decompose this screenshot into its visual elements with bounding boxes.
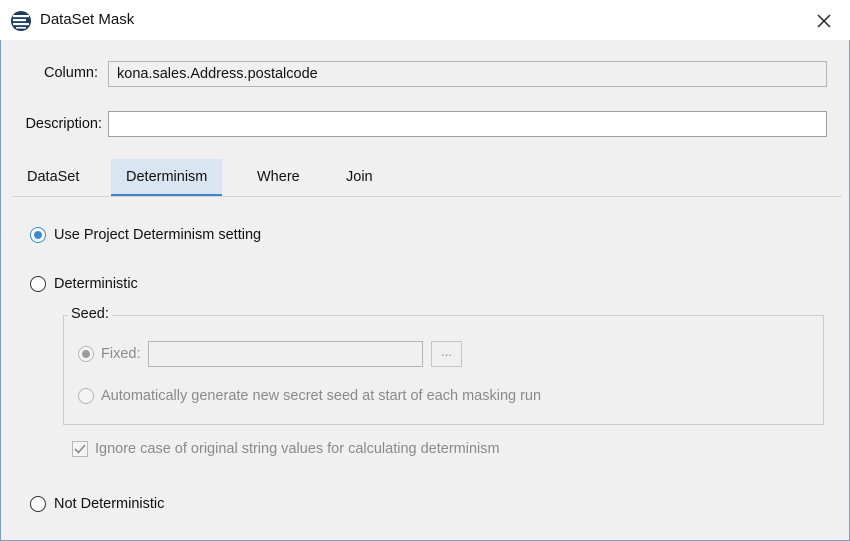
not-deterministic-radio[interactable] <box>30 496 46 512</box>
ignore-case-checkbox[interactable] <box>72 441 88 457</box>
tab-divider <box>12 196 842 197</box>
window-title: DataSet Mask <box>40 11 135 28</box>
description-label: Description: <box>25 116 102 132</box>
tab-determinism[interactable]: Determinism <box>111 159 223 197</box>
use-project-label: Use Project Determinism setting <box>54 227 262 243</box>
checkmark-icon <box>74 444 86 454</box>
stacked-lines-icon <box>11 11 31 31</box>
column-label: Column: <box>44 65 98 81</box>
fixed-seed-input[interactable] <box>148 341 423 367</box>
deterministic-label: Deterministic <box>54 276 138 292</box>
deterministic-radio[interactable] <box>30 276 46 292</box>
description-input[interactable] <box>108 111 827 137</box>
seed-legend: Seed: <box>68 306 112 322</box>
not-deterministic-label: Not Deterministic <box>54 496 165 512</box>
tab-join[interactable]: Join <box>331 159 388 196</box>
seed-groupbox <box>63 315 824 425</box>
auto-seed-label: Automatically generate new secret seed a… <box>101 388 542 404</box>
use-project-radio[interactable] <box>30 227 46 243</box>
fixed-seed-label: Fixed: <box>101 346 141 362</box>
tab-bar: DataSet Determinism Where Join <box>12 159 842 197</box>
browse-seed-button[interactable]: ... <box>431 341 462 367</box>
close-icon[interactable] <box>812 9 836 33</box>
title-bar: DataSet Mask <box>0 0 850 40</box>
ignore-case-label: Ignore case of original string values fo… <box>95 441 500 457</box>
fixed-seed-radio[interactable] <box>78 346 94 362</box>
auto-seed-radio[interactable] <box>78 388 94 404</box>
column-field: kona.sales.Address.postalcode <box>108 61 827 87</box>
tab-dataset[interactable]: DataSet <box>12 159 94 196</box>
tab-where[interactable]: Where <box>242 159 315 196</box>
